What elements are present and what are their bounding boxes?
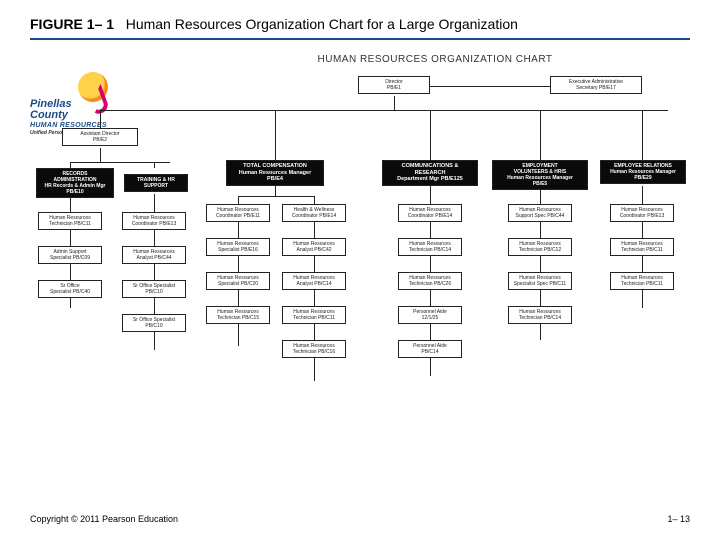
logo-line2: County bbox=[30, 109, 68, 121]
hdr-total-comp: TOTAL COMPENSATIONHuman Resources Manage… bbox=[226, 160, 324, 186]
box-comms-5: Personnel AidePB/C14 bbox=[398, 340, 462, 358]
hdr-employment: EMPLOYMENTVOLUNTEERS & HRISHuman Resourc… bbox=[492, 160, 588, 190]
slide-footer: Copyright © 2011 Pearson Education 1– 13 bbox=[30, 514, 690, 524]
box-training-1: Human ResourcesCoordinator PB/E13 bbox=[122, 212, 186, 230]
figure-title: Human Resources Organization Chart for a… bbox=[126, 16, 518, 32]
box-comp1-4: Human ResourcesTechnician PB/C15 bbox=[206, 306, 270, 324]
box-recadmin-2: Admin SupportSpecialist PB/C09 bbox=[38, 246, 102, 264]
box-emp-1: Human ResourcesSupport Spec PB/C44 bbox=[508, 204, 572, 222]
box-comp1-3: Human ResourcesSpecialist PB/C20 bbox=[206, 272, 270, 290]
box-emprel-3: Human ResourcesTechnician PB/C11 bbox=[610, 272, 674, 290]
pinellas-logo: Pinellas County HUMAN RESOURCES Unified … bbox=[30, 72, 140, 132]
hdr-emp-relations: EMPLOYEE RELATIONSHuman Resources Manage… bbox=[600, 160, 686, 184]
box-comp2-3: Human ResourcesAnalyst PB/C14 bbox=[282, 272, 346, 290]
box-comp2-4: Human ResourcesTechnician PB/C11 bbox=[282, 306, 346, 324]
connector bbox=[100, 110, 101, 128]
connector bbox=[100, 110, 668, 111]
box-comp2-2: Human ResourcesAnalyst PB/C42 bbox=[282, 238, 346, 256]
box-training-4: Sr Office SpecialistPB/C10 bbox=[122, 314, 186, 332]
connector bbox=[430, 110, 431, 160]
box-comms-3: Human ResourcesTechnician PB/C26 bbox=[398, 272, 462, 290]
box-recadmin-3: Sr OfficeSpecialist PB/C40 bbox=[38, 280, 102, 298]
box-asst-director: Assistant DirectorPB/E2 bbox=[62, 128, 138, 146]
hdr-training: TRAINING & HRSUPPORT bbox=[124, 174, 188, 192]
box-emp-3: Human ResourcesSpecialist Spec PB/C11 bbox=[508, 272, 572, 290]
box-comms-2: Human ResourcesTechnician PB/C14 bbox=[398, 238, 462, 256]
box-comms-1: Human ResourcesCoordinator PB/E14 bbox=[398, 204, 462, 222]
box-recadmin-1: Human ResourcesTechnician PB/C11 bbox=[38, 212, 102, 230]
box-emp-2: Human ResourcesTechnician PB/C12 bbox=[508, 238, 572, 256]
box-training-3: Sr Office SpecialistPB/C10 bbox=[122, 280, 186, 298]
chart-title: HUMAN RESOURCES ORGANIZATION CHART bbox=[180, 54, 690, 65]
box-comp1-2: Human ResourcesSpecialist PB/E16 bbox=[206, 238, 270, 256]
org-chart: Pinellas County HUMAN RESOURCES Unified … bbox=[30, 54, 690, 424]
connector bbox=[642, 110, 643, 160]
page-number: 1– 13 bbox=[667, 514, 690, 524]
figure-headline: FIGURE 1– 1 Human Resources Organization… bbox=[30, 16, 690, 40]
hdr-comms-research: COMMUNICATIONS &RESEARCHDepartment Mgr P… bbox=[382, 160, 478, 186]
box-comp2-1: Health & WellnessCoordinator PB/E14 bbox=[282, 204, 346, 222]
box-emprel-2: Human ResourcesTechnician PB/C11 bbox=[610, 238, 674, 256]
copyright-text: Copyright © 2011 Pearson Education bbox=[30, 514, 178, 524]
box-exec-admin: Executive AdministrativeSecretary PB/E17 bbox=[550, 76, 642, 94]
box-comp1-1: Human ResourcesCoordinator PB/E11 bbox=[206, 204, 270, 222]
box-comp2-5: Human ResourcesTechnician PB/C16 bbox=[282, 340, 346, 358]
box-comms-4: Personnel Aide12/1/25 bbox=[398, 306, 462, 324]
connector bbox=[154, 162, 155, 168]
box-emprel-1: Human ResourcesCoordinator PB/E13 bbox=[610, 204, 674, 222]
connector bbox=[238, 196, 314, 197]
connector bbox=[70, 162, 170, 163]
hdr-records-admin: RECORDSADMINISTRATIONHR Records & Admin … bbox=[36, 168, 114, 198]
box-director: DirectorPB/E1 bbox=[358, 76, 430, 94]
connector bbox=[394, 96, 395, 110]
box-training-2: Human ResourcesAnalyst PB/C44 bbox=[122, 246, 186, 264]
connector bbox=[540, 110, 541, 160]
connector bbox=[430, 86, 550, 87]
connector bbox=[275, 186, 276, 196]
box-emp-4: Human ResourcesTechnician PB/C14 bbox=[508, 306, 572, 324]
connector bbox=[275, 110, 276, 160]
figure-label: FIGURE 1– 1 bbox=[30, 16, 114, 32]
connector bbox=[100, 148, 101, 162]
